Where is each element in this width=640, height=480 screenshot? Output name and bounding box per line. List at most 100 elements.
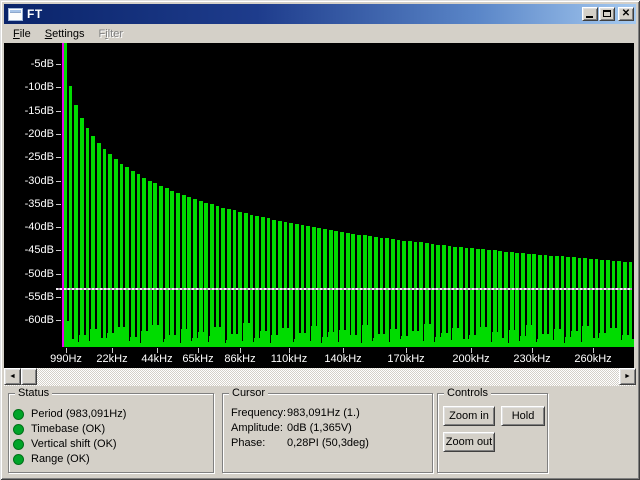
- db-axis-tick: [56, 111, 61, 112]
- freq-axis-label: 170kHz: [381, 353, 431, 365]
- status-item: Range (OK): [13, 452, 90, 466]
- harmonic-bar: [114, 159, 118, 347]
- menu-item-file[interactable]: File: [6, 26, 38, 42]
- harmonic-bar: [165, 188, 169, 347]
- status-led-icon: [13, 409, 24, 420]
- harmonic-bar: [250, 215, 254, 347]
- db-axis-tick: [56, 181, 61, 182]
- harmonic-bar: [137, 174, 141, 347]
- harmonic-bar: [566, 257, 570, 347]
- harmonic-bar: [221, 208, 225, 347]
- freq-axis-label: 140kHz: [318, 353, 368, 365]
- freq-axis-label: 200kHz: [446, 353, 496, 365]
- db-axis-tick: [56, 64, 61, 65]
- harmonic-bar: [431, 244, 435, 347]
- window-title: FT: [27, 7, 43, 21]
- harmonic-bar: [538, 255, 542, 347]
- harmonic-bar: [182, 195, 186, 347]
- spectrum-plot[interactable]: -5dB-10dB-15dB-20dB-25dB-30dB-35dB-40dB-…: [4, 43, 634, 368]
- db-axis-tick: [56, 134, 61, 135]
- harmonic-bar: [589, 259, 593, 347]
- harmonic-bar: [617, 261, 621, 347]
- db-axis-label: -20dB: [6, 128, 54, 140]
- cursor-row-value: 0dB (1,365V): [287, 422, 352, 434]
- zoom-in-button[interactable]: Zoom in: [443, 406, 495, 426]
- harmonic-bar: [351, 234, 355, 347]
- status-item: Vertical shift (OK): [13, 437, 117, 451]
- hold-button[interactable]: Hold: [501, 406, 545, 426]
- harmonic-bar: [204, 203, 208, 347]
- db-axis-tick: [56, 157, 61, 158]
- freq-axis-label: 230kHz: [507, 353, 557, 365]
- controls-group-title: Controls: [444, 387, 491, 399]
- harmonic-bar: [578, 258, 582, 347]
- harmonic-bar: [436, 245, 440, 347]
- harmonic-bar: [301, 225, 305, 347]
- freq-axis-label: 990Hz: [41, 353, 91, 365]
- freq-axis-label: 86kHz: [215, 353, 265, 365]
- maximize-icon: [603, 10, 611, 17]
- status-led-icon: [13, 439, 24, 450]
- db-axis-label: -30dB: [6, 175, 54, 187]
- harmonic-bar: [561, 256, 565, 347]
- cursor-row-label: Phase:: [231, 437, 265, 449]
- cursor-row-label: Frequency:: [231, 407, 286, 419]
- harmonic-bar: [606, 260, 610, 347]
- cursor-group-title: Cursor: [229, 387, 268, 399]
- harmonic-bar: [595, 259, 599, 347]
- scroll-right-button[interactable]: ►: [619, 368, 636, 385]
- freq-axis-label: 110kHz: [264, 353, 314, 365]
- app-icon[interactable]: [8, 8, 23, 21]
- status-led-icon: [13, 424, 24, 435]
- threshold-line: [56, 288, 632, 290]
- frequency-cursor-line[interactable]: [62, 43, 64, 347]
- title-bar[interactable]: FT ✕: [4, 4, 636, 24]
- db-axis-label: -45dB: [6, 244, 54, 256]
- db-axis-tick: [56, 297, 61, 298]
- harmonic-bar: [91, 136, 95, 347]
- harmonic-bar: [498, 251, 502, 347]
- zoom-out-button[interactable]: Zoom out: [443, 432, 495, 452]
- close-icon: ✕: [619, 8, 633, 20]
- harmonic-bar: [278, 221, 282, 347]
- close-button[interactable]: ✕: [618, 7, 634, 21]
- harmonic-bar: [227, 209, 231, 347]
- scroll-left-button[interactable]: ◄: [4, 368, 21, 385]
- scrollbar-thumb[interactable]: [21, 368, 37, 385]
- harmonic-bar: [153, 183, 157, 347]
- horizontal-scrollbar[interactable]: ◄ ►: [4, 368, 636, 386]
- harmonic-bar: [86, 128, 90, 347]
- harmonic-bar: [448, 246, 452, 347]
- minimize-button[interactable]: [582, 7, 598, 21]
- status-item: Timebase (OK): [13, 422, 105, 436]
- harmonic-bar: [549, 256, 553, 347]
- harmonic-bar: [125, 167, 129, 347]
- harmonic-bar: [374, 237, 378, 347]
- harmonic-bar: [103, 149, 107, 347]
- harmonic-bar: [408, 241, 412, 347]
- harmonic-bar: [131, 171, 135, 347]
- db-axis-label: -5dB: [6, 58, 54, 70]
- harmonic-bar: [487, 250, 491, 347]
- harmonic-bar: [97, 143, 101, 347]
- status-groupbox: Status Period (983,091Hz)Timebase (OK)Ve…: [8, 393, 214, 473]
- menu-item-filter: Filter: [92, 26, 130, 42]
- maximize-button[interactable]: [599, 7, 615, 21]
- controls-groupbox: Controls Zoom in Hold Zoom out: [437, 393, 548, 473]
- harmonic-bar: [159, 186, 163, 347]
- harmonic-bar: [108, 154, 112, 347]
- app-icon-strip: [10, 10, 21, 13]
- harmonic-bar: [148, 181, 152, 348]
- harmonic-bar: [476, 249, 480, 347]
- harmonic-bar: [187, 197, 191, 347]
- cursor-row-label: Amplitude:: [231, 422, 283, 434]
- harmonic-bar: [532, 254, 536, 347]
- harmonic-bar: [272, 220, 276, 347]
- harmonic-bar: [470, 248, 474, 347]
- harmonic-bar: [142, 178, 146, 347]
- harmonic-bar: [380, 238, 384, 347]
- harmonic-bar: [515, 253, 519, 347]
- menu-item-settings[interactable]: Settings: [38, 26, 92, 42]
- status-group-title: Status: [15, 387, 52, 399]
- harmonic-bar: [385, 238, 389, 347]
